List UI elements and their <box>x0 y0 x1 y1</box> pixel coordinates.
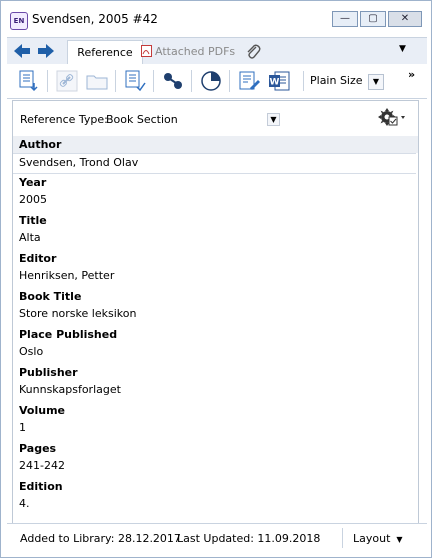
field-label: Volume <box>19 404 65 417</box>
field-author: Author Svendsen, Trond Olav <box>13 136 418 174</box>
status-bar: Added to Library: 28.12.2017 Last Update… <box>7 523 427 552</box>
field-label: Author <box>13 136 418 153</box>
folder-icon[interactable] <box>85 69 109 93</box>
field-value-input[interactable]: 241-242 <box>13 457 418 478</box>
field-label: Title <box>19 214 47 227</box>
field-label: Publisher <box>19 366 78 379</box>
chart-icon[interactable] <box>199 69 223 93</box>
field-value-input[interactable]: Henriksen, Petter <box>13 267 418 288</box>
endnote-app-icon: EN <box>10 12 28 30</box>
edit-note-icon[interactable] <box>237 69 261 93</box>
toolbar-separator <box>115 70 116 92</box>
toolbar-separator <box>191 70 192 92</box>
tab-row: Reference Attached PDFs ▼ <box>7 37 427 65</box>
field-value-input[interactable]: Kunnskapsforlaget <box>13 381 418 402</box>
field-label: Editor <box>19 252 57 265</box>
reference-type-row: Reference Type: Book Section ▼ <box>13 101 418 135</box>
link-icon[interactable] <box>55 69 79 93</box>
reference-type-dropdown-arrow[interactable]: ▼ <box>267 113 280 126</box>
last-updated-text: Last Updated: 11.09.2018 <box>177 532 321 545</box>
layout-button[interactable]: Layout ▼ <box>353 532 403 545</box>
field-title: Title Alta <box>13 212 418 250</box>
svg-text:W: W <box>270 78 280 88</box>
chevron-down-icon: ▼ <box>396 535 403 544</box>
field-value-input[interactable]: Svendsen, Trond Olav <box>13 153 416 174</box>
close-button[interactable]: ✕ <box>388 11 422 27</box>
field-edition: Edition 4. <box>13 478 418 516</box>
status-separator <box>342 528 343 548</box>
forward-arrow-icon[interactable] <box>37 43 55 59</box>
field-value-input[interactable]: 1 <box>13 419 418 440</box>
field-label: Book Title <box>19 290 82 303</box>
maximize-button[interactable]: ▢ <box>360 11 386 27</box>
field-label: Year <box>19 176 47 189</box>
field-value-input[interactable]: 2005 <box>13 191 418 212</box>
field-publisher: Publisher Kunnskapsforlaget <box>13 364 418 402</box>
toolbar-overflow-button[interactable]: » <box>408 68 415 81</box>
font-size-dropdown-arrow[interactable]: ▼ <box>368 74 384 90</box>
field-pages: Pages 241-242 <box>13 440 418 478</box>
word-export-icon[interactable]: W <box>267 69 291 93</box>
tab-menu-dropdown[interactable]: ▼ <box>399 44 406 54</box>
insert-citation-icon[interactable] <box>17 69 41 93</box>
field-label: Place Published <box>19 328 118 341</box>
tab-attached-pdfs-label: Attached PDFs <box>155 45 236 58</box>
field-value-input[interactable]: Oslo <box>13 343 418 364</box>
window-title: Svendsen, 2005 #42 <box>32 12 158 26</box>
field-place-published: Place Published Oslo <box>13 326 418 364</box>
toolbar-separator <box>153 70 154 92</box>
field-label: Edition <box>19 480 63 493</box>
font-size-select[interactable]: Plain Size <box>303 71 373 91</box>
added-to-library-text: Added to Library: 28.12.2017 <box>20 532 181 545</box>
pdf-icon <box>141 42 152 57</box>
field-year: Year 2005 <box>13 174 418 212</box>
toolbar-separator <box>229 70 230 92</box>
field-volume: Volume 1 <box>13 402 418 440</box>
find-full-text-icon[interactable] <box>161 69 185 93</box>
tab-attached-pdfs[interactable]: Attached PDFs <box>135 40 241 63</box>
toolbar: W Plain Size ▼ » <box>7 64 427 99</box>
paperclip-icon[interactable] <box>245 42 261 60</box>
minimize-button[interactable]: — <box>332 11 358 27</box>
field-label: Pages <box>19 442 57 455</box>
field-value-input[interactable]: Alta <box>13 229 418 250</box>
layout-label: Layout <box>353 532 391 545</box>
edit-reference-icon[interactable] <box>123 69 147 93</box>
tab-reference[interactable]: Reference <box>67 40 143 64</box>
reference-type-label: Reference Type: <box>20 113 108 126</box>
field-value-input[interactable]: Store norske leksikon <box>13 305 418 326</box>
back-arrow-icon[interactable] <box>13 43 31 59</box>
field-editor: Editor Henriksen, Petter <box>13 250 418 288</box>
reference-type-select[interactable]: Book Section <box>106 113 178 126</box>
reference-window: EN Svendsen, 2005 #42 — ▢ ✕ Reference At… <box>0 0 432 558</box>
toolbar-separator <box>47 70 48 92</box>
reference-fields: Author Svendsen, Trond Olav Year 2005 Ti… <box>13 136 418 516</box>
reference-panel: Reference Type: Book Section ▼ Author Sv… <box>12 100 419 524</box>
field-value-input[interactable]: 4. <box>13 495 418 516</box>
field-book-title: Book Title Store norske leksikon <box>13 288 418 326</box>
title-bar: EN Svendsen, 2005 #42 — ▢ ✕ <box>1 1 431 37</box>
settings-gear-icon[interactable] <box>377 107 407 129</box>
